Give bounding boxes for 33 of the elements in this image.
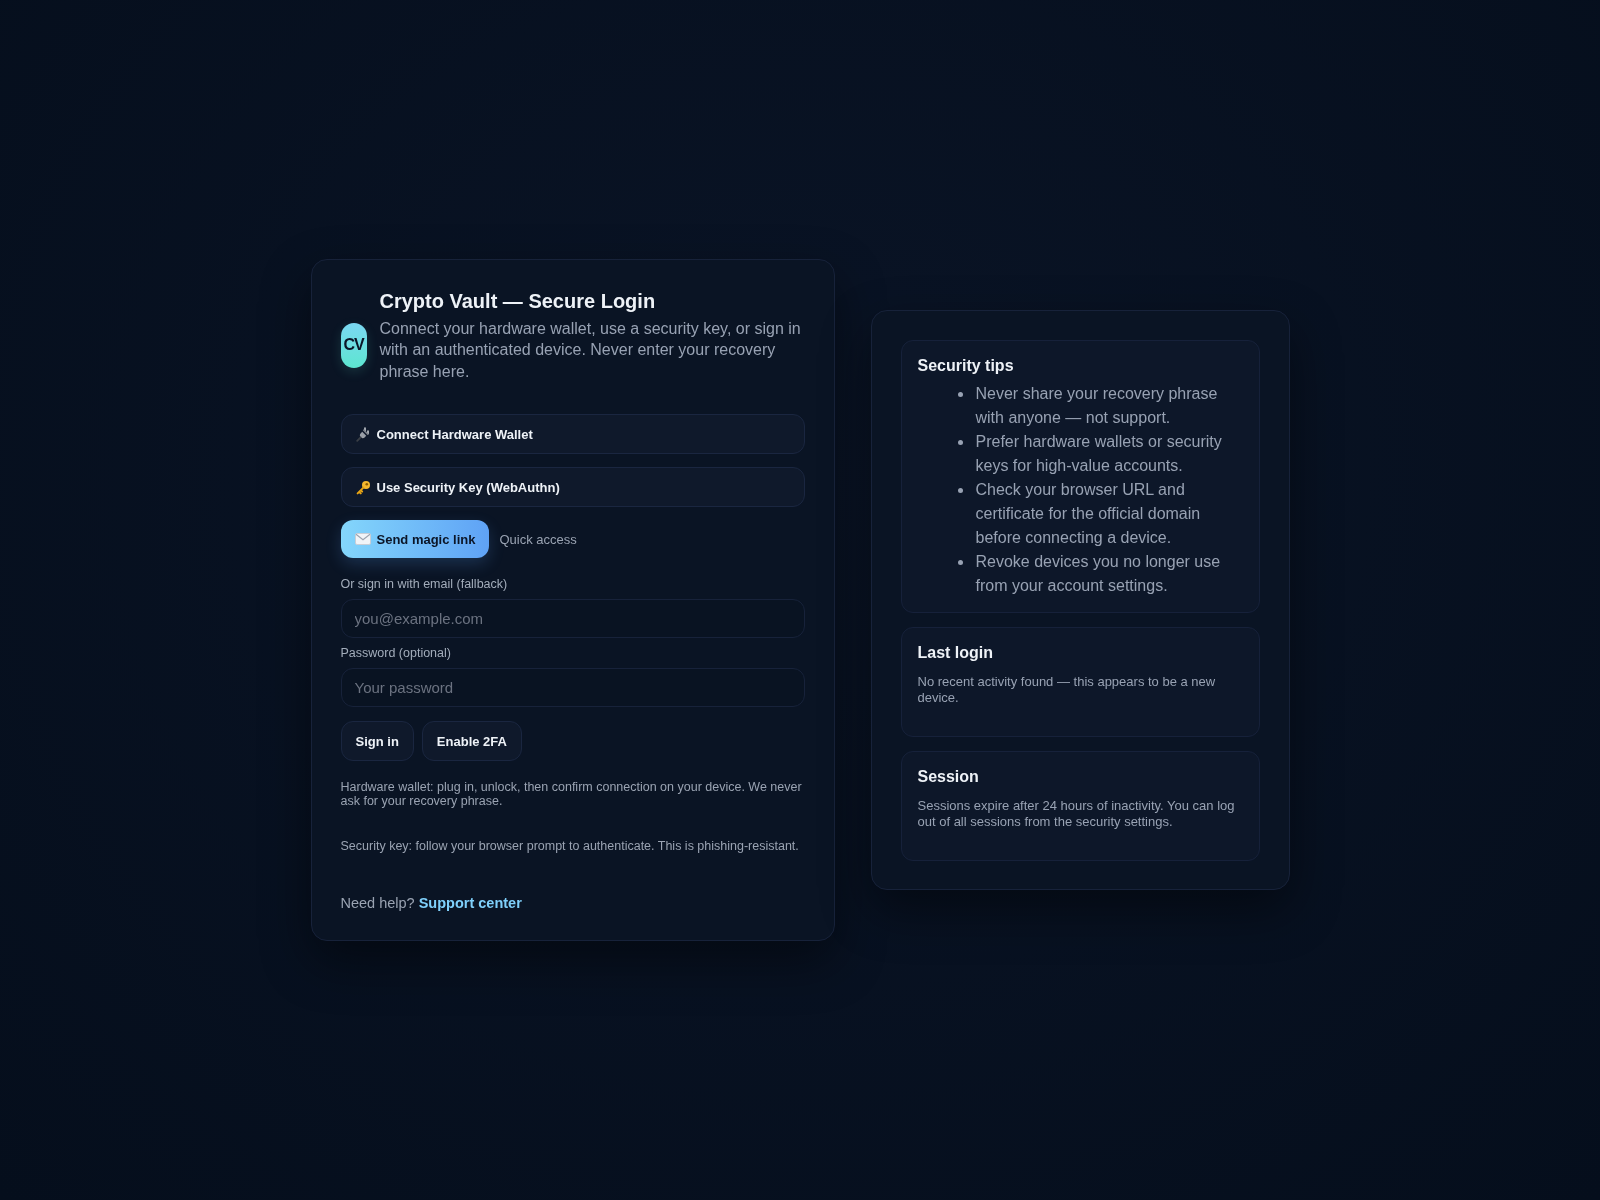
auth-option-button[interactable]: Use Security Key (WebAuthn) bbox=[340, 467, 805, 508]
panel-title: Security tips bbox=[917, 356, 1015, 376]
plug-icon bbox=[355, 426, 371, 442]
auth-option-button[interactable]: Connect Hardware Wallet bbox=[340, 414, 805, 455]
sign-in-button[interactable]: Sign in bbox=[340, 721, 414, 762]
tip-text: Never share your recovery phrase with anyone — not support. bbox=[975, 384, 1219, 428]
password-field[interactable]: Your password bbox=[340, 668, 805, 708]
field-label: Password (optional) bbox=[340, 645, 452, 663]
tip-text: Check your browser URL and certificate for the official domain before connecting a device. bbox=[975, 480, 1202, 548]
bullet-icon bbox=[957, 488, 963, 493]
tip-text: Revoke devices you no longer use from your account settings. bbox=[975, 552, 1222, 596]
panel-title: Last login bbox=[917, 643, 995, 663]
bullet-icon bbox=[957, 560, 963, 565]
help-text: Need help? Support center bbox=[340, 894, 523, 914]
email-field[interactable]: you@example.com bbox=[340, 599, 805, 639]
quick-access-label: Quick access bbox=[499, 530, 577, 549]
panel-text: No recent activity found — this appears to be a new device. bbox=[917, 674, 1217, 706]
card-title: Crypto Vault — Secure Login bbox=[379, 288, 657, 314]
logo: CV bbox=[340, 322, 367, 368]
panel-text: Sessions expire after 24 hours of inactivity. You can log out of all sessions from the security settings. bbox=[917, 798, 1236, 830]
bullet-icon bbox=[957, 392, 963, 397]
info-note: Hardware wallet: plug in, unlock, then confirm connection on your device. We never ask for your recovery phrase. bbox=[340, 780, 803, 809]
enable-2fa-button[interactable]: Enable 2FA bbox=[421, 721, 522, 762]
card-description: Connect your hardware wallet, use a security key, or sign in with an authenticated device. Never enter your recovery phrase here. bbox=[379, 318, 802, 382]
support-center-link[interactable]: Support center bbox=[418, 895, 522, 912]
key-icon bbox=[355, 479, 371, 495]
field-label: Or sign in with email (fallback) bbox=[340, 576, 509, 594]
panel-title: Session bbox=[917, 767, 980, 787]
send-magic-link-button[interactable]: Send magic link bbox=[340, 520, 490, 559]
tip-text: Prefer hardware wallets or security keys for high-value accounts. bbox=[975, 432, 1223, 476]
info-note: Security key: follow your browser prompt to authenticate. This is phishing-resistant. bbox=[340, 839, 800, 854]
envelope-icon bbox=[354, 533, 371, 546]
bullet-icon bbox=[957, 440, 963, 445]
